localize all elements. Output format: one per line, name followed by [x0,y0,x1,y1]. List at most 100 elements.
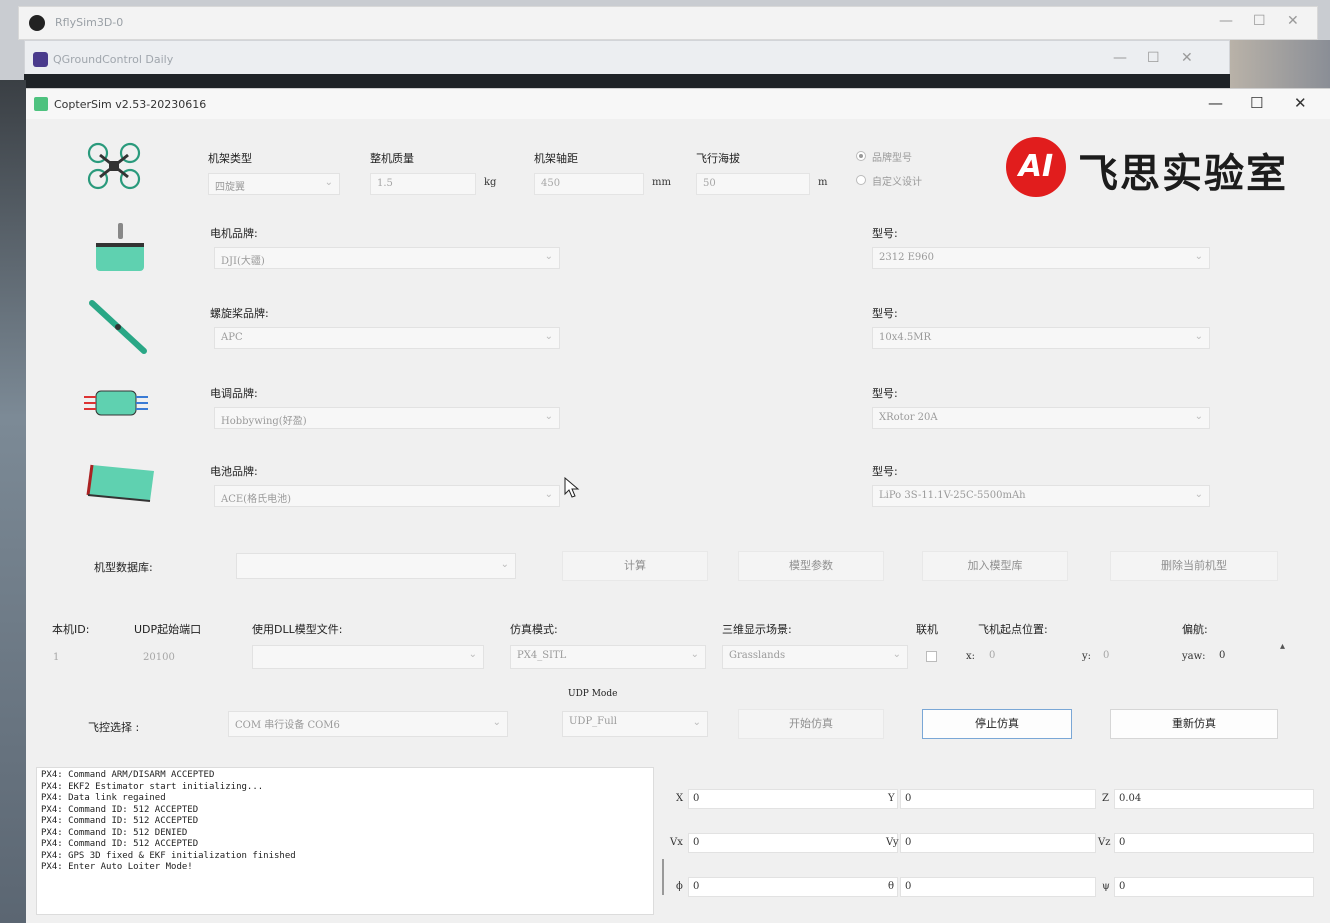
chevron-down-icon: ⌄ [468,649,477,660]
chevron-down-icon: ⌄ [1194,411,1203,422]
chevron-down-icon: ⌄ [690,649,699,660]
udp-mode-select[interactable]: UDP_Full ⌄ [562,711,708,737]
add-to-database-button[interactable]: 加入模型库 [922,551,1068,581]
console-line: PX4: Command ID: 512 DENIED [41,827,188,838]
network-checkbox[interactable] [926,651,937,662]
airframe-type-select[interactable]: 四旋翼 ⌄ [208,173,340,195]
motor-model-value: 2312 E960 [879,252,935,263]
propeller-brand-label: 螺旋桨品牌: [210,307,269,320]
minimize-icon[interactable]: — [1113,50,1127,66]
x-field[interactable]: 0 [688,789,898,809]
background-window: RflySim3D-0 — ☐ ✕ [18,6,1318,40]
console-log[interactable]: PX4: Command ARM/DISARM ACCEPTED PX4: EK… [36,767,654,915]
vx-field[interactable]: 0 [688,833,898,853]
chevron-down-icon: ⌄ [544,331,553,342]
udp-mode-label: UDP Mode [568,689,618,699]
altitude-input[interactable]: 50 [696,173,810,195]
esc-brand-select[interactable]: Hobbywing(好盈) ⌄ [214,407,560,429]
y-label: Y [888,793,895,804]
vehicle-id-input[interactable]: 1 [46,647,106,669]
battery-model-label: 型号: [872,465,898,478]
custom-design-radio[interactable] [856,175,866,185]
desktop-background [1230,40,1330,90]
motor-brand-select[interactable]: DJI(大疆) ⌄ [214,247,560,269]
console-line: PX4: Enter Auto Loiter Mode! [41,862,193,872]
console-scrollbar[interactable] [662,859,664,895]
y-field[interactable]: 0 [900,789,1096,809]
chevron-down-icon: ⌄ [1194,489,1203,500]
propeller-model-value: 10x4.5MR [879,332,932,343]
x-label: X [676,793,684,804]
esc-model-label: 型号: [872,387,898,400]
dll-model-label: 使用DLL模型文件: [252,623,343,636]
vx-label: Vx [670,837,683,848]
battery-model-select[interactable]: LiPo 3S-11.1V-25C-5500mAh ⌄ [872,485,1210,507]
propeller-icon [89,300,147,354]
altitude-label: 飞行海拔 [696,152,740,165]
maximize-icon[interactable]: ☐ [1147,50,1160,66]
close-icon[interactable]: ✕ [1287,13,1299,29]
delete-model-button[interactable]: 删除当前机型 [1110,551,1278,581]
dll-model-select[interactable]: ⌄ [252,645,484,669]
chevron-down-icon: ⌄ [692,717,701,728]
origin-y-label: y: [1082,651,1092,662]
console-line: PX4: GPS 3D fixed & EKF initialization f… [41,850,296,861]
model-params-button[interactable]: 模型参数 [738,551,884,581]
sim-mode-label: 仿真模式: [510,623,558,636]
scene-select[interactable]: Grasslands ⌄ [722,645,908,669]
brand-model-radio[interactable] [856,151,866,161]
wheelbase-input[interactable]: 450 [534,173,644,195]
roll-field[interactable]: 0 [688,877,898,897]
vy-field[interactable]: 0 [900,833,1096,853]
chevron-down-icon: ⌄ [1194,331,1203,342]
maximize-icon[interactable]: ☐ [1253,13,1266,29]
yaw-state-label: ψ [1102,881,1110,892]
console-line: PX4: Command ID: 512 ACCEPTED [41,804,199,815]
esc-brand-label: 电调品牌: [210,387,258,400]
pitch-label: θ [888,881,895,892]
spinner-arrow-icon[interactable]: ▴ [1280,641,1285,652]
battery-brand-select[interactable]: ACE(格氏电池) ⌄ [214,485,560,507]
yaw-state-field[interactable]: 0 [1114,877,1314,897]
restart-sim-button[interactable]: 重新仿真 [1110,709,1278,739]
flight-controller-select[interactable]: COM 串行设备 COM6 ⌄ [228,711,508,737]
wheelbase-unit: mm [652,177,671,188]
calculate-button[interactable]: 计算 [562,551,708,581]
database-select[interactable]: ⌄ [236,553,516,579]
qgc-icon [33,52,48,67]
origin-y-input[interactable]: 0 [1096,645,1162,667]
stop-sim-button[interactable]: 停止仿真 [922,709,1072,739]
udp-port-input[interactable]: 20100 [136,647,206,669]
close-icon[interactable]: ✕ [1294,94,1307,112]
minimize-icon[interactable]: — [1219,13,1233,29]
minimize-icon[interactable]: — [1208,94,1223,112]
pitch-field[interactable]: 0 [900,877,1096,897]
airframe-type-label: 机架类型 [208,152,252,165]
console-line: PX4: Command ID: 512 ACCEPTED [41,839,199,849]
udp-port-label: UDP起始端口 [134,623,202,636]
roll-label: ϕ [676,881,683,892]
propeller-brand-select[interactable]: APC ⌄ [214,327,560,349]
mass-input[interactable]: 1.5 [370,173,476,195]
scene-value: Grasslands [729,650,786,661]
chevron-down-icon: ⌄ [492,717,501,728]
logo-text: 飞思实验室 [1078,151,1288,197]
battery-brand-value: ACE(格氏电池) [221,494,291,505]
wheelbase-label: 机架轴距 [534,152,578,165]
flight-controller-label: 飞控选择 : [88,721,140,734]
propeller-model-select[interactable]: 10x4.5MR ⌄ [872,327,1210,349]
motor-model-select[interactable]: 2312 E960 ⌄ [872,247,1210,269]
console-line: PX4: Command ID: 512 ACCEPTED [41,816,199,826]
battery-brand-label: 电池品牌: [210,465,258,478]
vz-field[interactable]: 0 [1114,833,1314,853]
sim-mode-select[interactable]: PX4_SITL ⌄ [510,645,706,669]
origin-x-input[interactable]: 0 [982,645,1078,667]
start-sim-button[interactable]: 开始仿真 [738,709,884,739]
z-field[interactable]: 0.04 [1114,789,1314,809]
close-icon[interactable]: ✕ [1181,50,1193,66]
vz-label: Vz [1098,837,1111,848]
maximize-icon[interactable]: ☐ [1250,94,1263,112]
propeller-model-label: 型号: [872,307,898,320]
esc-model-select[interactable]: XRotor 20A ⌄ [872,407,1210,429]
yaw-input[interactable]: 0 [1212,645,1272,667]
